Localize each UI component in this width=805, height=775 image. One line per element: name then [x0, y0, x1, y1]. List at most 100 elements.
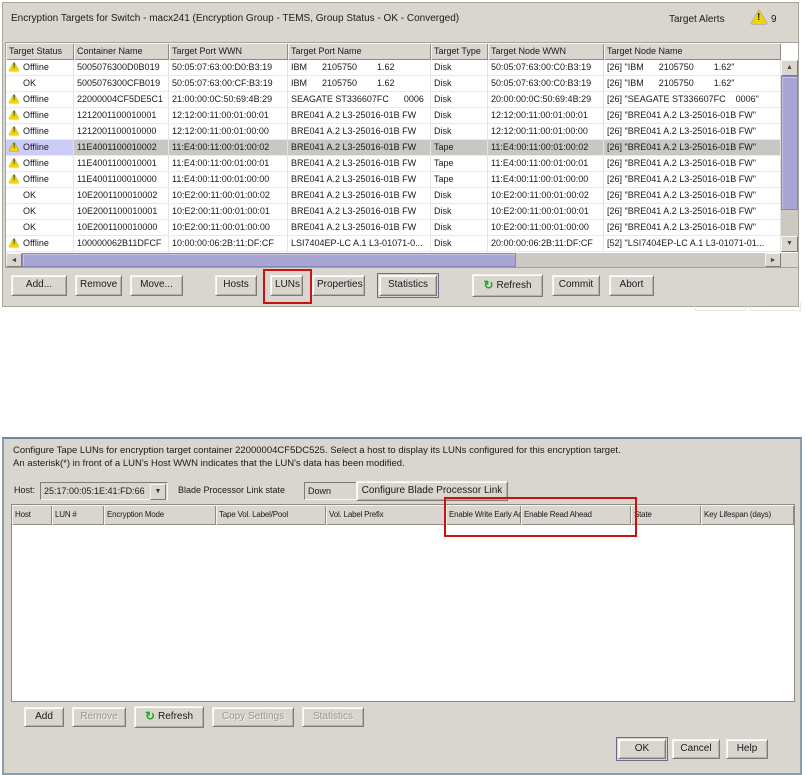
target-node-name-cell: [26] "IBM 2105750 1.62" — [604, 76, 781, 92]
target-alerts-label: Target Alerts — [669, 14, 725, 25]
table-row[interactable]: Offline 1212001100010000 12:12:00:11:00:… — [6, 124, 781, 140]
col-container-name[interactable]: Container Name — [74, 43, 169, 60]
table-row[interactable]: OK 5005076300CFB019 50:05:07:63:00:CF:B3… — [6, 76, 781, 92]
col-state[interactable]: State — [631, 505, 701, 525]
container-name-cell: 22000004CF5DE5C1 — [74, 92, 169, 108]
properties-button[interactable]: Properties — [312, 275, 365, 296]
warning-icon — [9, 110, 19, 119]
commit-button[interactable]: Commit — [552, 275, 600, 296]
target-node-name-cell: [26] "BRE041 A.2 L3-25016-01B FW" — [604, 140, 781, 156]
table-row[interactable]: OK 10E2001100010002 10:E2:00:11:00:01:00… — [6, 188, 781, 204]
target-node-name-cell: [26] "BRE041 A.2 L3-25016-01B FW" — [604, 124, 781, 140]
target-port-name-cell: BRE041 A.2 L3-25016-01B FW — [288, 140, 431, 156]
status-text: OK — [23, 206, 36, 216]
cancel-button[interactable]: Cancel — [672, 739, 720, 759]
lun-remove-button[interactable]: Remove — [72, 707, 126, 727]
table-row[interactable]: Offline 22000004CF5DE5C1 21:00:00:0C:50:… — [6, 92, 781, 108]
col-target-port-name[interactable]: Target Port Name — [288, 43, 431, 60]
refresh-label: Refresh — [497, 280, 532, 291]
warning-icon — [9, 126, 19, 135]
remove-button[interactable]: Remove — [75, 275, 122, 296]
col-encryption-mode[interactable]: Encryption Mode — [104, 505, 216, 525]
abort-button[interactable]: Abort — [609, 275, 654, 296]
lun-add-button[interactable]: Add — [24, 707, 64, 727]
container-name-cell: 1212001100010001 — [74, 108, 169, 124]
col-enable-write-early-ack[interactable]: Enable Write Early Ack — [446, 505, 521, 525]
col-target-status[interactable]: Target Status — [6, 43, 74, 60]
vertical-scrollbar[interactable]: ▲ ▼ — [781, 60, 798, 252]
horizontal-scroll-thumb[interactable] — [22, 253, 516, 267]
statistics-button[interactable]: Statistics — [379, 275, 437, 296]
target-port-name-cell: BRE041 A.2 L3-25016-01B FW — [288, 156, 431, 172]
refresh-icon: ↻ — [145, 709, 155, 723]
scroll-up-icon[interactable]: ▲ — [781, 60, 798, 76]
target-node-wwn-cell: 10:E2:00:11:00:01:00:01 — [488, 204, 604, 220]
target-status-cell: Offline — [6, 92, 74, 108]
target-port-wwn-cell: 11:E4:00:11:00:01:00:02 — [169, 140, 288, 156]
table-row[interactable]: Offline 11E4001100010000 11:E4:00:11:00:… — [6, 172, 781, 188]
col-vol-label-prefix[interactable]: Vol. Label Prefix — [326, 505, 446, 525]
help-button[interactable]: Help — [726, 739, 768, 759]
target-port-name-cell: BRE041 A.2 L3-25016-01B FW — [288, 188, 431, 204]
status-text: Offline — [23, 94, 49, 104]
refresh-button[interactable]: ↻ Refresh — [472, 274, 543, 297]
table-row[interactable]: Offline 100000062B11DFCF 10:00:00:06:2B:… — [6, 236, 781, 252]
col-key-lifespan[interactable]: Key Lifespan (days) — [701, 505, 794, 525]
target-type-cell: Tape — [431, 140, 488, 156]
container-name-cell: 11E4001100010000 — [74, 172, 169, 188]
host-label: Host: — [14, 485, 35, 495]
target-status-cell: OK — [6, 76, 74, 92]
configure-bp-link-button[interactable]: Configure Blade Processor Link — [356, 481, 508, 501]
bp-link-state-label: Blade Processor Link state — [178, 485, 285, 495]
lun-table-header: Host LUN # Encryption Mode Tape Vol. Lab… — [12, 505, 794, 525]
host-select[interactable]: 25:17:00:05:1E:41:FD:66 ▼ — [40, 482, 168, 500]
horizontal-scrollbar[interactable]: ◄ ► — [6, 253, 781, 267]
container-name-cell: 10E2001100010001 — [74, 204, 169, 220]
luns-button[interactable]: LUNs — [270, 275, 303, 296]
target-node-name-cell: [26] "BRE041 A.2 L3-25016-01B FW" — [604, 188, 781, 204]
target-type-cell: Disk — [431, 108, 488, 124]
target-port-wwn-cell: 11:E4:00:11:00:01:00:01 — [169, 156, 288, 172]
table-row[interactable]: Offline 11E4001100010002 11:E4:00:11:00:… — [6, 140, 781, 156]
table-row[interactable]: Offline 1212001100010001 12:12:00:11:00:… — [6, 108, 781, 124]
col-host[interactable]: Host — [12, 505, 52, 525]
col-target-type[interactable]: Target Type — [431, 43, 488, 60]
scroll-down-icon[interactable]: ▼ — [781, 236, 798, 252]
vertical-scroll-thumb[interactable] — [781, 76, 798, 210]
col-target-port-wwn[interactable]: Target Port WWN — [169, 43, 288, 60]
target-status-cell: Offline — [6, 236, 74, 252]
scroll-right-icon[interactable]: ► — [765, 253, 781, 267]
target-node-wwn-cell: 11:E4:00:11:00:01:00:02 — [488, 140, 604, 156]
target-node-wwn-cell: 12:12:00:11:00:01:00:00 — [488, 124, 604, 140]
target-type-cell: Disk — [431, 124, 488, 140]
status-text: Offline — [23, 158, 49, 168]
ok-button[interactable]: OK — [618, 739, 666, 759]
add-button[interactable]: Add... — [11, 275, 67, 296]
lun-statistics-button[interactable]: Statistics — [302, 707, 364, 727]
table-row[interactable]: Offline 5005076300D0B019 50:05:07:63:00:… — [6, 60, 781, 76]
container-name-cell: 10E2001100010002 — [74, 188, 169, 204]
copy-settings-button[interactable]: Copy Settings — [212, 707, 294, 727]
col-enable-read-ahead[interactable]: Enable Read Ahead — [521, 505, 631, 525]
lun-refresh-button[interactable]: ↻Refresh — [134, 706, 204, 728]
target-port-name-cell: IBM 2105750 1.62 — [288, 60, 431, 76]
table-row[interactable]: Offline 11E4001100010001 11:E4:00:11:00:… — [6, 156, 781, 172]
target-type-cell: Disk — [431, 92, 488, 108]
chevron-down-icon[interactable]: ▼ — [150, 484, 166, 500]
move-button[interactable]: Move... — [130, 275, 183, 296]
col-tape-vol-label[interactable]: Tape Vol. Label/Pool — [216, 505, 326, 525]
warning-icon — [9, 62, 19, 71]
table-row[interactable]: OK 10E2001100010001 10:E2:00:11:00:01:00… — [6, 204, 781, 220]
status-text: Offline — [23, 110, 49, 120]
scroll-left-icon[interactable]: ◄ — [6, 253, 22, 267]
table-row[interactable]: OK 10E2001100010000 10:E2:00:11:00:01:00… — [6, 220, 781, 236]
refresh-icon: ↻ — [483, 278, 493, 292]
warning-triangle-icon — [751, 10, 767, 24]
hosts-button[interactable]: Hosts — [215, 275, 257, 296]
col-lun-number[interactable]: LUN # — [52, 505, 104, 525]
col-target-node-wwn[interactable]: Target Node WWN — [488, 43, 604, 60]
col-target-node-name[interactable]: Target Node Name — [604, 43, 781, 60]
target-status-cell: Offline — [6, 108, 74, 124]
target-node-name-cell: [26] "BRE041 A.2 L3-25016-01B FW" — [604, 172, 781, 188]
lun-table-body — [12, 525, 794, 701]
